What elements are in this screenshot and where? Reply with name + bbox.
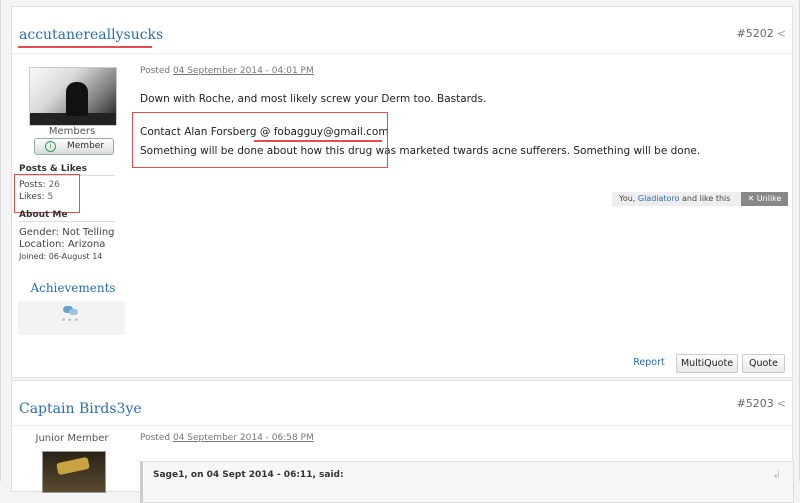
post-date-link[interactable]: 04 September 2014 - 06:58 PM: [173, 433, 314, 443]
liker-link[interactable]: Gladiatoro: [638, 194, 680, 203]
post-meta: Posted 04 September 2014 - 06:58 PM: [140, 433, 314, 443]
about-joined: Joined: 06-August 14: [19, 252, 103, 261]
member-rank: Members: [48, 126, 96, 137]
page-frame: accutanereallysucks #5202 < Members i Mem…: [0, 0, 800, 503]
post-5203: Captain Birds3ye #5203 < Junior Member Po…: [11, 380, 794, 503]
about-location: Location: Arizona: [19, 239, 106, 250]
post-author-name[interactable]: accutanereallysucks: [19, 27, 163, 43]
post-line-1: Down with Roche, and most likely screw y…: [140, 93, 487, 105]
posts-likes-title: Posts & Likes: [19, 164, 87, 174]
post-5202: accutanereallysucks #5202 < Members i Mem…: [11, 6, 793, 378]
multiquote-button[interactable]: MultiQuote: [676, 354, 738, 373]
highlight-underline: [18, 46, 152, 48]
likes-bar: You, Gladiatoro and like this: [612, 192, 745, 206]
share-icon[interactable]: <: [777, 27, 786, 40]
quote-button[interactable]: Quote: [742, 354, 785, 373]
about-gender: Gender: Not Telling: [19, 227, 115, 238]
member-badge: i Member: [34, 138, 114, 155]
unlike-button[interactable]: ✕ Unlike: [741, 192, 788, 206]
quote-box: Sage1, on 04 Sept 2014 - 06:11, said: ↲: [140, 461, 794, 503]
about-me-title: About Me: [19, 210, 68, 220]
member-icon: i: [45, 141, 56, 152]
post-meta: Posted 04 September 2014 - 04:01 PM: [140, 66, 314, 76]
post-author-name[interactable]: Captain Birds3ye: [19, 401, 142, 417]
post-number[interactable]: #5202 <: [737, 27, 786, 40]
report-link[interactable]: Report: [629, 354, 669, 371]
header-divider: [12, 53, 792, 54]
post-date-link[interactable]: 04 September 2014 - 04:01 PM: [173, 66, 314, 76]
achievements-box[interactable]: •••: [18, 301, 125, 335]
quote-header: Sage1, on 04 Sept 2014 - 06:11, said:: [153, 470, 344, 480]
avatar[interactable]: [29, 67, 117, 126]
quote-return-icon[interactable]: ↲: [773, 470, 781, 481]
share-icon[interactable]: <: [777, 397, 786, 410]
avatar[interactable]: [42, 451, 106, 493]
member-rank: Junior Member: [35, 433, 109, 444]
highlight-box-contact: [132, 112, 388, 168]
achievements-title[interactable]: Achievements: [18, 281, 128, 295]
post-number[interactable]: #5203 <: [737, 397, 786, 410]
highlight-box-stats: [14, 174, 80, 213]
